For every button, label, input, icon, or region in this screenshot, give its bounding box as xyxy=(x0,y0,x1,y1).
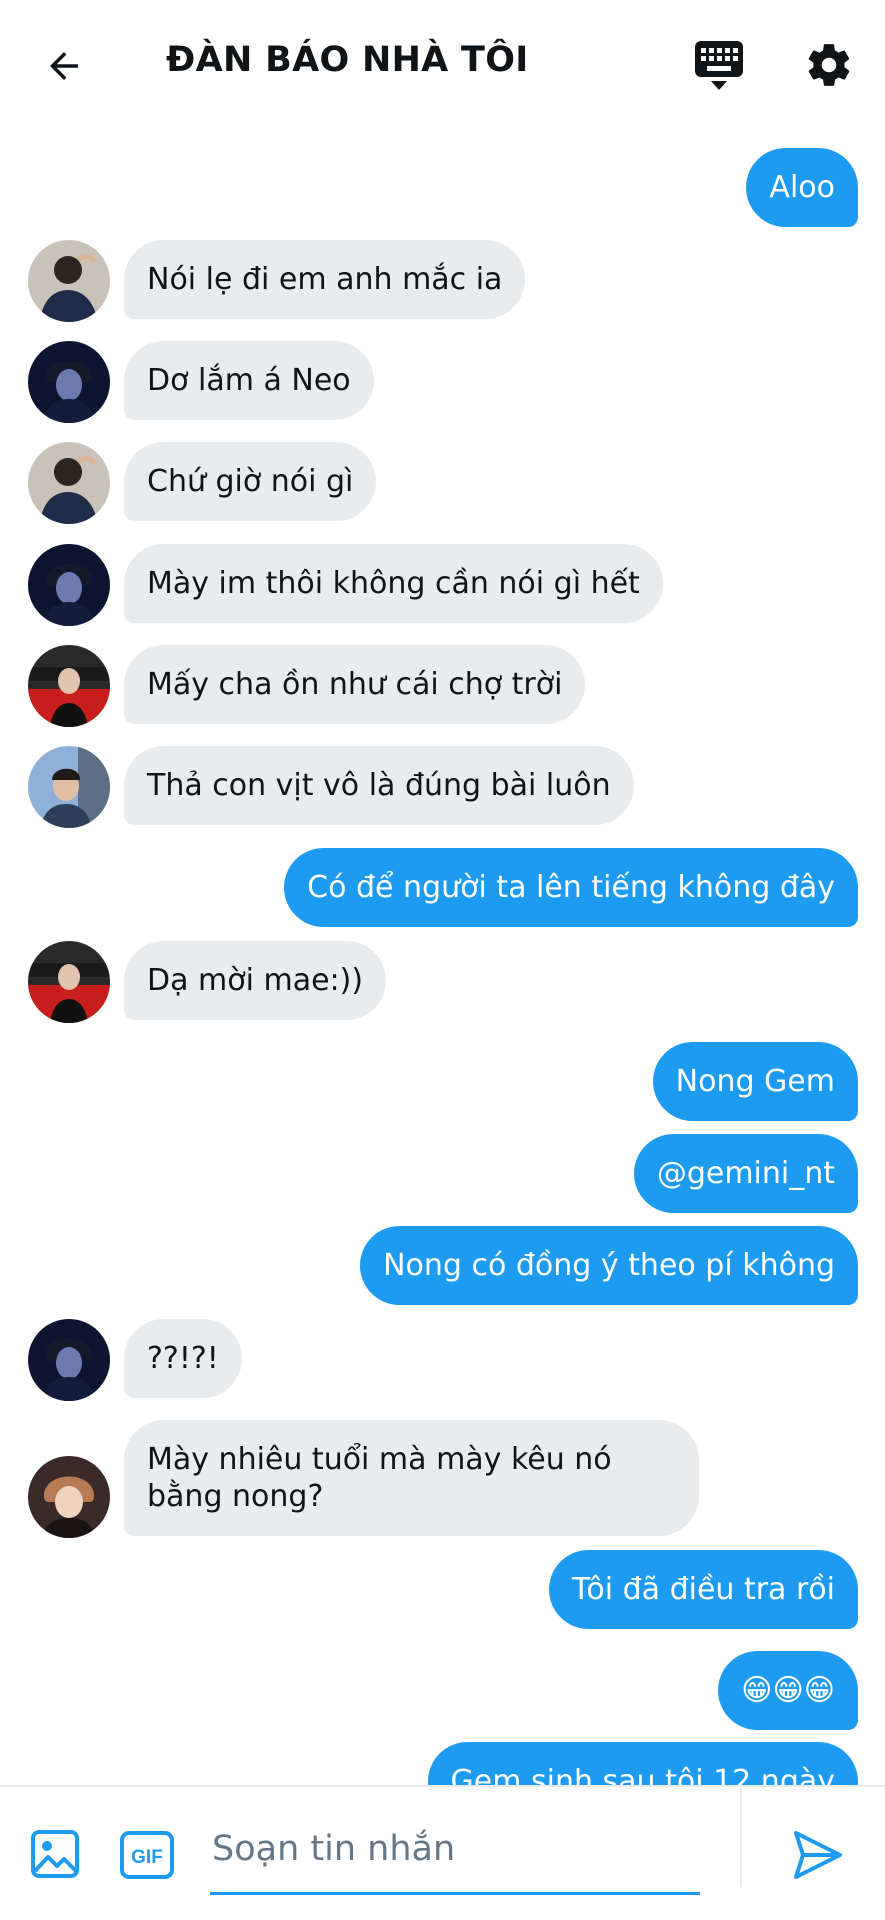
message-bubble: Mày nhiêu tuổi mà mày kêu nó bằng nong? xyxy=(124,1420,699,1536)
avatar[interactable] xyxy=(28,544,110,626)
message-composer: GIF xyxy=(0,1785,885,1920)
gif-icon: GIF xyxy=(120,1831,174,1879)
message-outgoing: 😁😁😁 xyxy=(718,1651,858,1730)
composer-divider xyxy=(740,1787,742,1887)
settings-button[interactable] xyxy=(800,36,858,94)
message-outgoing: Gem sinh sau tôi 12 ngày xyxy=(427,1742,858,1785)
keyboard-icon xyxy=(695,41,743,90)
avatar[interactable] xyxy=(28,645,110,727)
message-bubble: Aloo xyxy=(746,148,858,227)
message-incoming: Dơ lắm á Neo xyxy=(124,341,374,420)
message-bubble: Gem sinh sau tôi 12 ngày xyxy=(427,1742,858,1785)
message-bubble: Tôi đã điều tra rồi xyxy=(548,1550,858,1629)
image-icon xyxy=(31,1830,79,1878)
message-incoming: Dạ mời mae:)) xyxy=(124,941,387,1020)
avatar[interactable] xyxy=(28,1319,110,1401)
message-incoming: Mày nhiêu tuổi mà mày kêu nó bằng nong? xyxy=(124,1420,699,1536)
avatar[interactable] xyxy=(28,746,110,828)
message-bubble: 😁😁😁 xyxy=(718,1651,858,1730)
message-incoming: Chứ giờ nói gì xyxy=(124,442,377,521)
message-bubble: Nong có đồng ý theo pí không xyxy=(360,1226,858,1305)
send-button[interactable] xyxy=(790,1827,846,1883)
message-input-wrap xyxy=(210,1805,700,1895)
message-bubble: Có để người ta lên tiếng không đây xyxy=(284,848,858,927)
message-outgoing: Nong có đồng ý theo pí không xyxy=(360,1226,858,1305)
avatar[interactable] xyxy=(28,240,110,322)
message-list[interactable]: Aloo Nói lẹ đi em anh mắc ia Dơ lắm á Ne… xyxy=(0,130,885,1785)
message-outgoing: @gemini_nt xyxy=(633,1134,858,1213)
back-button[interactable] xyxy=(36,38,92,94)
message-outgoing: Aloo xyxy=(746,148,858,227)
message-bubble: Dơ lắm á Neo xyxy=(124,341,374,420)
gear-icon xyxy=(808,44,850,86)
avatar[interactable] xyxy=(28,442,110,524)
conversation-title: ĐÀN BÁO NHÀ TÔI xyxy=(166,40,529,80)
message-input[interactable] xyxy=(210,1805,700,1892)
keyboard-button[interactable] xyxy=(690,36,748,94)
message-bubble: Mấy cha ồn như cái chợ trời xyxy=(124,645,586,724)
add-image-button[interactable] xyxy=(30,1829,80,1879)
message-incoming: Mày im thôi không cần nói gì hết xyxy=(124,544,663,623)
message-bubble: Thả con vịt vô là đúng bài luôn xyxy=(124,746,634,825)
message-bubble: Dạ mời mae:)) xyxy=(124,941,387,1020)
chat-header: ĐÀN BÁO NHÀ TÔI xyxy=(0,0,885,130)
message-bubble: @gemini_nt xyxy=(633,1134,858,1213)
message-incoming: ??!?! xyxy=(124,1319,242,1398)
avatar[interactable] xyxy=(28,941,110,1023)
arrow-left-icon xyxy=(50,52,78,80)
message-bubble: ??!?! xyxy=(124,1319,242,1398)
message-bubble: Nói lẹ đi em anh mắc ia xyxy=(124,240,526,319)
message-outgoing: Có để người ta lên tiếng không đây xyxy=(284,848,858,927)
add-gif-button[interactable]: GIF xyxy=(120,1830,174,1880)
message-bubble: Mày im thôi không cần nói gì hết xyxy=(124,544,663,623)
message-incoming: Mấy cha ồn như cái chợ trời xyxy=(124,645,586,724)
gif-label: GIF xyxy=(131,1847,163,1868)
message-bubble: Nong Gem xyxy=(652,1042,858,1121)
avatar[interactable] xyxy=(28,1456,110,1538)
message-outgoing: Nong Gem xyxy=(652,1042,858,1121)
send-icon xyxy=(794,1831,842,1879)
message-bubble: Chứ giờ nói gì xyxy=(124,442,377,521)
message-incoming: Thả con vịt vô là đúng bài luôn xyxy=(124,746,634,825)
message-outgoing: Tôi đã điều tra rồi xyxy=(548,1550,858,1629)
avatar[interactable] xyxy=(28,341,110,423)
message-incoming: Nói lẹ đi em anh mắc ia xyxy=(124,240,526,319)
